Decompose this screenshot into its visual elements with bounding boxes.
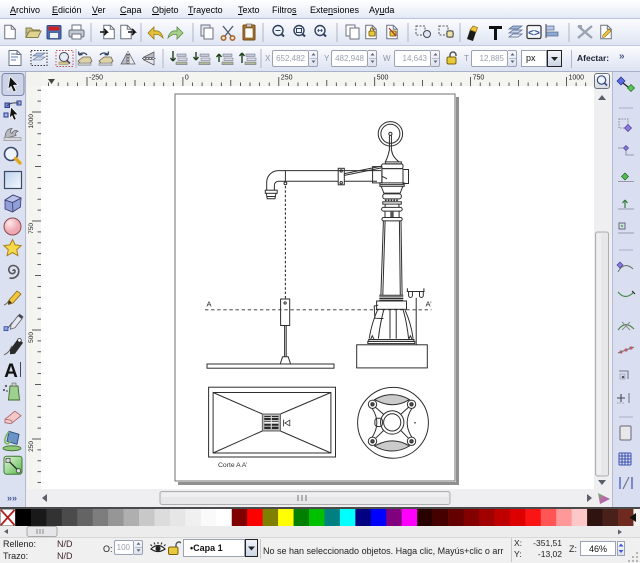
svg-text:Corte A A’: Corte A A’ bbox=[218, 462, 248, 469]
svg-text:A’: A’ bbox=[426, 300, 432, 309]
svg-text:250: 250 bbox=[28, 441, 35, 452]
svg-text:<>: <> bbox=[528, 28, 540, 39]
svg-text:750: 750 bbox=[473, 75, 485, 82]
svg-text:1000: 1000 bbox=[28, 114, 35, 129]
svg-text:-250: -250 bbox=[89, 75, 103, 82]
svg-text:500: 500 bbox=[28, 332, 35, 343]
svg-text:250: 250 bbox=[281, 75, 293, 82]
svg-text:750: 750 bbox=[28, 223, 35, 234]
svg-text:A: A bbox=[207, 300, 212, 309]
svg-text:A: A bbox=[4, 361, 18, 382]
svg-text:500: 500 bbox=[377, 75, 389, 82]
svg-text:»»: »» bbox=[7, 493, 17, 503]
svg-text:0: 0 bbox=[185, 75, 189, 82]
svg-text:1000: 1000 bbox=[569, 75, 585, 82]
